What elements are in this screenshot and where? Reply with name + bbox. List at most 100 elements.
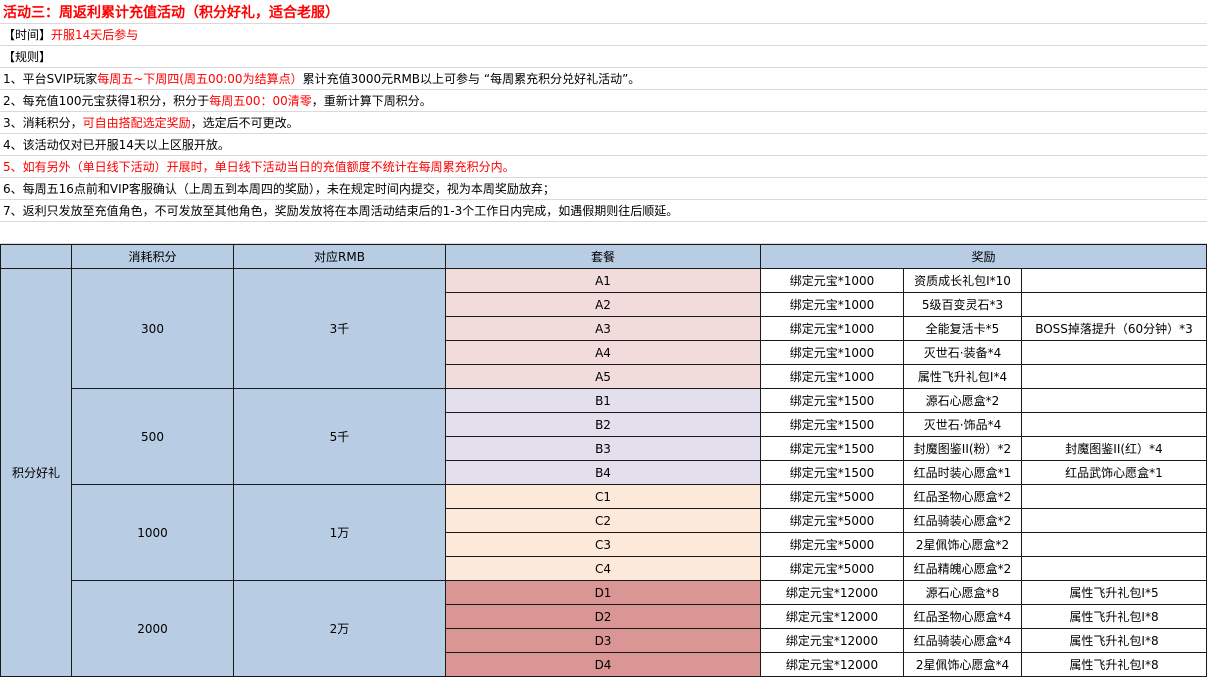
rmb-cell: 3千 xyxy=(233,268,446,389)
rule-text: 4、该活动仅对已开服14天以上区服开放。 xyxy=(3,138,230,152)
package-cell: B2 xyxy=(445,412,761,437)
rule-line: 4、该活动仅对已开服14天以上区服开放。 xyxy=(0,134,1207,156)
header-package: 套餐 xyxy=(445,244,761,269)
reward-cell: 绑定元宝*5000 xyxy=(760,556,904,581)
rule-line: 3、消耗积分，可自由搭配选定奖励，选定后不可更改。 xyxy=(0,112,1207,134)
package-cell: C3 xyxy=(445,532,761,557)
package-cell: B1 xyxy=(445,388,761,413)
reward-cell: 绑定元宝*12000 xyxy=(760,604,904,629)
reward-cell: 红品时装心愿盒*1 xyxy=(903,460,1022,485)
rules-label-row: 【规则】 xyxy=(0,46,1207,68)
reward-cell xyxy=(1021,508,1207,533)
rule-line: 7、返利只发放至充值角色，不可发放至其他角色，奖励发放将在本周活动结束后的1-3… xyxy=(0,200,1207,222)
reward-cell xyxy=(1021,484,1207,509)
package-cell: C2 xyxy=(445,508,761,533)
reward-cell: 属性飞升礼包I*5 xyxy=(1021,580,1207,605)
reward-cell: 红品武饰心愿盒*1 xyxy=(1021,460,1207,485)
reward-cell: 绑定元宝*1500 xyxy=(760,388,904,413)
table-row: 2000 2万 D1 绑定元宝*12000 源石心愿盒*8 属性飞升礼包I*5 xyxy=(1,580,1207,677)
rule-text: 7、返利只发放至充值角色，不可发放至其他角色，奖励发放将在本周活动结束后的1-3… xyxy=(3,204,679,218)
reward-cell: 全能复活卡*5 xyxy=(903,316,1022,341)
package-cell: A4 xyxy=(445,340,761,365)
reward-cell: 封魔图鉴II(粉）*2 xyxy=(903,436,1022,461)
reward-cell: 绑定元宝*12000 xyxy=(760,652,904,677)
rule-text: ，重新计算下周积分。 xyxy=(311,94,432,108)
reward-cell: 绑定元宝*1500 xyxy=(760,460,904,485)
time-value: 开服14天后参与 xyxy=(51,28,139,42)
table-header-row: 消耗积分 对应RMB 套餐 奖励 xyxy=(0,244,1207,269)
reward-cell: 灭世石·饰品*4 xyxy=(903,412,1022,437)
reward-cell: 绑定元宝*5000 xyxy=(760,508,904,533)
package-cell: B3 xyxy=(445,436,761,461)
rule-text: 可自由搭配选定奖励 xyxy=(82,116,191,130)
header-reward: 奖励 xyxy=(760,244,1207,269)
rule-line: 6、每周五16点前和VIP客服确认（上周五到本周四的奖励），未在规定时间内提交，… xyxy=(0,178,1207,200)
header-rmb: 对应RMB xyxy=(233,244,446,269)
reward-cell: 绑定元宝*12000 xyxy=(760,580,904,605)
category-header-blank xyxy=(0,244,72,269)
package-cell: A3 xyxy=(445,316,761,341)
rule-text: ，选定后不可更改。 xyxy=(190,116,299,130)
reward-cell: 属性飞升礼包I*8 xyxy=(1021,604,1207,629)
reward-cell: 绑定元宝*1000 xyxy=(760,268,904,293)
reward-cell: 源石心愿盒*2 xyxy=(903,388,1022,413)
reward-cell: 绑定元宝*1500 xyxy=(760,412,904,437)
package-cell: A5 xyxy=(445,364,761,389)
reward-cell xyxy=(1021,388,1207,413)
rule-text: 2、每充值100元宝获得1积分，积分于 xyxy=(3,94,210,108)
rule-text: 6、每周五16点前和VIP客服确认（上周五到本周四的奖励），未在规定时间内提交，… xyxy=(3,182,555,196)
points-cell: 1000 xyxy=(71,484,234,581)
reward-cell: 红品精魄心愿盒*2 xyxy=(903,556,1022,581)
rules-label: 【规则】 xyxy=(3,50,52,64)
reward-cell: 资质成长礼包I*10 xyxy=(903,268,1022,293)
rule-text: 3、消耗积分， xyxy=(3,116,83,130)
reward-table: 消耗积分 对应RMB 套餐 奖励 积分好礼 300 3千 A1 绑定元宝*1000 资质成长礼包I… xyxy=(0,244,1207,677)
table-row: 1000 1万 C1 绑定元宝*5000 红品圣物心愿盒*2 xyxy=(1,484,1207,581)
reward-cell: 绑定元宝*1000 xyxy=(760,364,904,389)
package-cell: D3 xyxy=(445,628,761,653)
points-cell: 300 xyxy=(71,268,234,389)
reward-cell: 属性飞升礼包I*8 xyxy=(1021,652,1207,677)
rule-text: 5、如有另外（单日线下活动）开展时，单日线下活动当日的充值额度不统计在每周累充积… xyxy=(3,160,515,174)
table-row: 500 5千 B1 绑定元宝*1500 源石心愿盒*2 xyxy=(1,388,1207,485)
reward-cell xyxy=(1021,340,1207,365)
reward-cell xyxy=(1021,532,1207,557)
reward-cell xyxy=(1021,556,1207,581)
reward-cell: 红品骑装心愿盒*2 xyxy=(903,508,1022,533)
reward-cell: 红品圣物心愿盒*4 xyxy=(903,604,1022,629)
rmb-cell: 2万 xyxy=(233,580,446,677)
rule-text: 累计充值3000元RMB以上可参与 “每周累充积分兑好礼活动”。 xyxy=(302,72,641,86)
reward-cell: 绑定元宝*1000 xyxy=(760,292,904,317)
reward-cell: 5级百变灵石*3 xyxy=(903,292,1022,317)
package-cell: C1 xyxy=(445,484,761,509)
rule-text: 每周五~下周四(周五00:00为结算点） xyxy=(97,72,303,86)
package-cell: A2 xyxy=(445,292,761,317)
reward-cell xyxy=(1021,268,1207,293)
rmb-cell: 5千 xyxy=(233,388,446,485)
package-cell: D2 xyxy=(445,604,761,629)
category-cell: 积分好礼 xyxy=(0,268,72,677)
rule-text: 每周五00：00清零 xyxy=(209,94,312,108)
reward-cell: 属性飞升礼包I*4 xyxy=(903,364,1022,389)
reward-cell: 红品圣物心愿盒*2 xyxy=(903,484,1022,509)
reward-cell: BOSS掉落提升（60分钟）*3 xyxy=(1021,316,1207,341)
reward-cell: 2星佩饰心愿盒*4 xyxy=(903,652,1022,677)
reward-cell: 绑定元宝*5000 xyxy=(760,484,904,509)
package-cell: C4 xyxy=(445,556,761,581)
reward-table-body: 消耗积分 对应RMB 套餐 奖励 积分好礼 300 3千 A1 绑定元宝*1000 资质成长礼包I… xyxy=(0,244,1207,677)
reward-cell: 属性飞升礼包I*8 xyxy=(1021,628,1207,653)
package-cell: B4 xyxy=(445,460,761,485)
reward-cell: 灭世石·装备*4 xyxy=(903,340,1022,365)
reward-cell: 绑定元宝*12000 xyxy=(760,628,904,653)
time-row: 【时间】开服14天后参与 xyxy=(0,24,1207,46)
rmb-cell: 1万 xyxy=(233,484,446,581)
reward-cell xyxy=(1021,412,1207,437)
header-points: 消耗积分 xyxy=(71,244,234,269)
activity-title-row: 活动三：周返利累计充值活动（积分好礼，适合老服） xyxy=(0,2,1207,24)
package-cell: A1 xyxy=(445,268,761,293)
rule-line: 5、如有另外（单日线下活动）开展时，单日线下活动当日的充值额度不统计在每周累充积… xyxy=(0,156,1207,178)
reward-cell: 封魔图鉴II(红）*4 xyxy=(1021,436,1207,461)
reward-cell: 绑定元宝*1000 xyxy=(760,340,904,365)
reward-cell xyxy=(1021,364,1207,389)
package-cell: D4 xyxy=(445,652,761,677)
